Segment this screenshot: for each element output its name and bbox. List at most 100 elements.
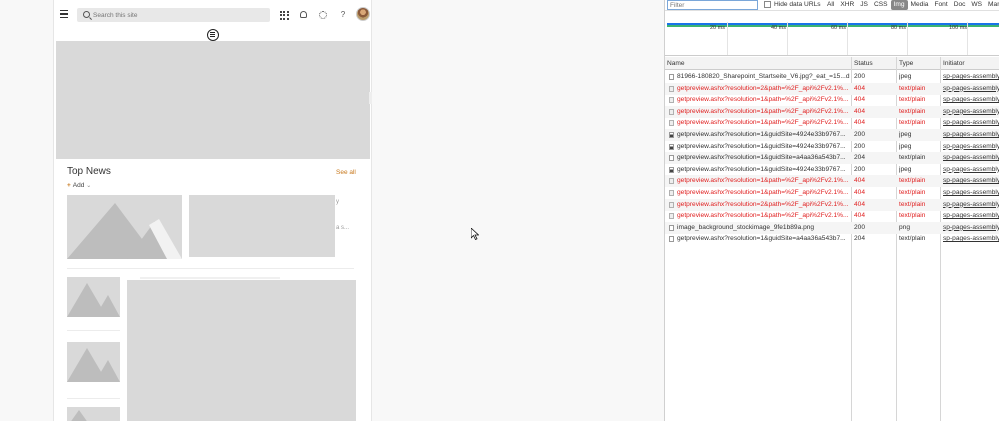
type-filter-css[interactable]: CSS xyxy=(871,0,891,10)
column-header-status[interactable]: Status xyxy=(854,60,873,67)
cell-status: 404 xyxy=(854,107,866,115)
search-icon xyxy=(83,11,90,18)
news-thumbnail[interactable] xyxy=(67,407,120,421)
search-box[interactable] xyxy=(77,8,270,22)
cell-status: 404 xyxy=(854,96,866,104)
cell-status: 404 xyxy=(854,212,866,220)
search-input[interactable] xyxy=(93,9,263,21)
avatar[interactable] xyxy=(356,7,370,21)
tick-label: 40 ms xyxy=(771,25,786,31)
clipped-text: a s... xyxy=(336,225,350,231)
table-row[interactable]: 81966-180820_Sharepoint_Startseite_V6.jp… xyxy=(665,71,999,83)
cell-type: text/plain xyxy=(899,177,926,185)
notifications-bell-icon[interactable] xyxy=(297,9,309,21)
cell-status: 404 xyxy=(854,200,866,208)
cell-initiator[interactable]: sp-pages-assembly xyxy=(943,71,999,83)
tick-label: 20 ms xyxy=(710,25,725,31)
divider xyxy=(67,330,120,331)
cell-initiator[interactable]: sp-pages-assembly xyxy=(943,141,999,153)
settings-gear-icon[interactable] xyxy=(317,9,329,21)
see-all-link[interactable]: See all xyxy=(336,169,356,176)
news-card-placeholder[interactable] xyxy=(189,195,335,257)
image-placeholder-icon xyxy=(71,410,87,421)
type-filter-xhr[interactable]: XHR xyxy=(837,0,857,10)
chevron-down-icon: ⌄ xyxy=(86,183,92,189)
cell-name: getpreview.ashx?resolution=1&guidSite=49… xyxy=(677,142,846,150)
table-row[interactable]: getpreview.ashx?resolution=1&path=%2F_ap… xyxy=(665,105,999,118)
requests-table: Name Status Type Initiator 81966-180820_… xyxy=(665,57,999,421)
cell-initiator[interactable]: sp-pages-assembly xyxy=(943,117,999,129)
type-filter-ws[interactable]: WS xyxy=(968,0,985,10)
cell-initiator[interactable]: sp-pages-assembly xyxy=(943,187,999,199)
cell-initiator[interactable]: sp-pages-assembly xyxy=(943,94,999,106)
table-row[interactable]: getpreview.ashx?resolution=1&path=%2F_ap… xyxy=(665,210,999,222)
network-overview-timeline[interactable]: 20 ms 40 ms 60 ms 80 ms 100 ms xyxy=(665,11,999,56)
table-row[interactable]: getpreview.ashx?resolution=2&path=%2F_ap… xyxy=(665,198,999,211)
table-row[interactable]: getpreview.ashx?resolution=1&guidSite=49… xyxy=(665,141,999,153)
type-filter-manife[interactable]: Manife xyxy=(985,0,999,10)
column-header-type[interactable]: Type xyxy=(899,60,913,67)
top-news-heading: Top News xyxy=(67,166,111,177)
cell-type: text/plain xyxy=(899,235,926,243)
grid-line xyxy=(847,22,848,55)
news-thumbnail[interactable] xyxy=(67,277,120,317)
clipped-text-line xyxy=(140,277,280,279)
app-launcher-icon[interactable] xyxy=(278,9,290,21)
cell-initiator[interactable]: sp-pages-assembly xyxy=(943,164,999,176)
table-row[interactable]: getpreview.ashx?resolution=2&path=%2F_ap… xyxy=(665,82,999,95)
cell-initiator[interactable]: sp-pages-assembly xyxy=(943,152,999,164)
plus-icon: + xyxy=(67,182,71,189)
news-list-placeholder[interactable] xyxy=(127,280,356,421)
type-filter-img[interactable]: Img xyxy=(890,0,908,10)
cell-name: getpreview.ashx?resolution=2&path=%2F_ap… xyxy=(677,200,849,208)
image-file-icon xyxy=(669,166,674,173)
cell-initiator[interactable]: sp-pages-assembly xyxy=(943,175,999,187)
cell-initiator[interactable]: sp-pages-assembly xyxy=(943,222,999,234)
type-filter-js[interactable]: JS xyxy=(857,0,871,10)
cell-initiator[interactable]: sp-pages-assembly xyxy=(943,83,999,95)
news-thumbnail-main[interactable] xyxy=(67,195,182,259)
cell-type: text/plain xyxy=(899,154,926,162)
tick-label: 100 ms xyxy=(949,25,968,31)
type-filter-font[interactable]: Font xyxy=(931,0,950,10)
hide-data-urls-checkbox[interactable] xyxy=(764,1,771,8)
cell-initiator[interactable]: sp-pages-assembly xyxy=(943,106,999,118)
cell-name: getpreview.ashx?resolution=1&guidSite=a4… xyxy=(677,154,846,162)
column-header-name[interactable]: Name xyxy=(667,60,685,67)
cell-initiator[interactable]: sp-pages-assembly xyxy=(943,199,999,211)
cell-status: 404 xyxy=(854,119,866,127)
cell-initiator[interactable]: sp-pages-assembly xyxy=(943,210,999,222)
cell-status: 404 xyxy=(854,177,866,185)
type-filter-media[interactable]: Media xyxy=(908,0,932,10)
cell-status: 200 xyxy=(854,165,866,173)
help-icon[interactable]: ? xyxy=(337,9,349,21)
grid-line xyxy=(907,22,908,55)
cell-name: getpreview.ashx?resolution=1&guidSite=49… xyxy=(677,131,846,138)
cell-status: 200 xyxy=(854,223,866,231)
table-row[interactable]: getpreview.ashx?resolution=1&path=%2F_ap… xyxy=(665,117,999,129)
type-filter-doc[interactable]: Doc xyxy=(951,0,969,10)
table-row[interactable]: getpreview.ashx?resolution=1&guidSite=49… xyxy=(665,129,999,141)
type-filter-all[interactable]: All xyxy=(824,0,837,10)
broken-file-icon xyxy=(669,178,674,185)
table-row[interactable]: getpreview.ashx?resolution=1&path=%2F_ap… xyxy=(665,187,999,199)
hamburger-menu-icon[interactable] xyxy=(60,10,68,19)
column-header-initiator[interactable]: Initiator xyxy=(943,60,965,67)
table-row[interactable]: getpreview.ashx?resolution=1&guidSite=a4… xyxy=(665,152,999,165)
filter-input[interactable] xyxy=(667,0,758,10)
cell-name: getpreview.ashx?resolution=1&path=%2F_ap… xyxy=(677,177,849,185)
table-row[interactable]: getpreview.ashx?resolution=1&path=%2F_ap… xyxy=(665,175,999,188)
page-edit-icon[interactable] xyxy=(207,29,219,41)
table-row[interactable]: getpreview.ashx?resolution=1&guidSite=a4… xyxy=(665,233,999,245)
add-news-button[interactable]: + Add ⌄ xyxy=(67,182,91,189)
cell-type: text/plain xyxy=(899,96,926,104)
hero-image-placeholder[interactable] xyxy=(56,41,370,159)
grid-line xyxy=(727,22,728,55)
table-row[interactable]: getpreview.ashx?resolution=1&path=%2F_ap… xyxy=(665,94,999,106)
table-row[interactable]: getpreview.ashx?resolution=1&guidSite=49… xyxy=(665,164,999,176)
cell-initiator[interactable]: sp-pages-assembly xyxy=(943,129,999,141)
news-thumbnail[interactable] xyxy=(67,342,120,382)
cell-initiator[interactable]: sp-pages-assembly xyxy=(943,233,999,245)
broken-file-icon xyxy=(669,120,674,127)
table-row[interactable]: image_background_stockimage_9fe1b89a.png… xyxy=(665,221,999,234)
